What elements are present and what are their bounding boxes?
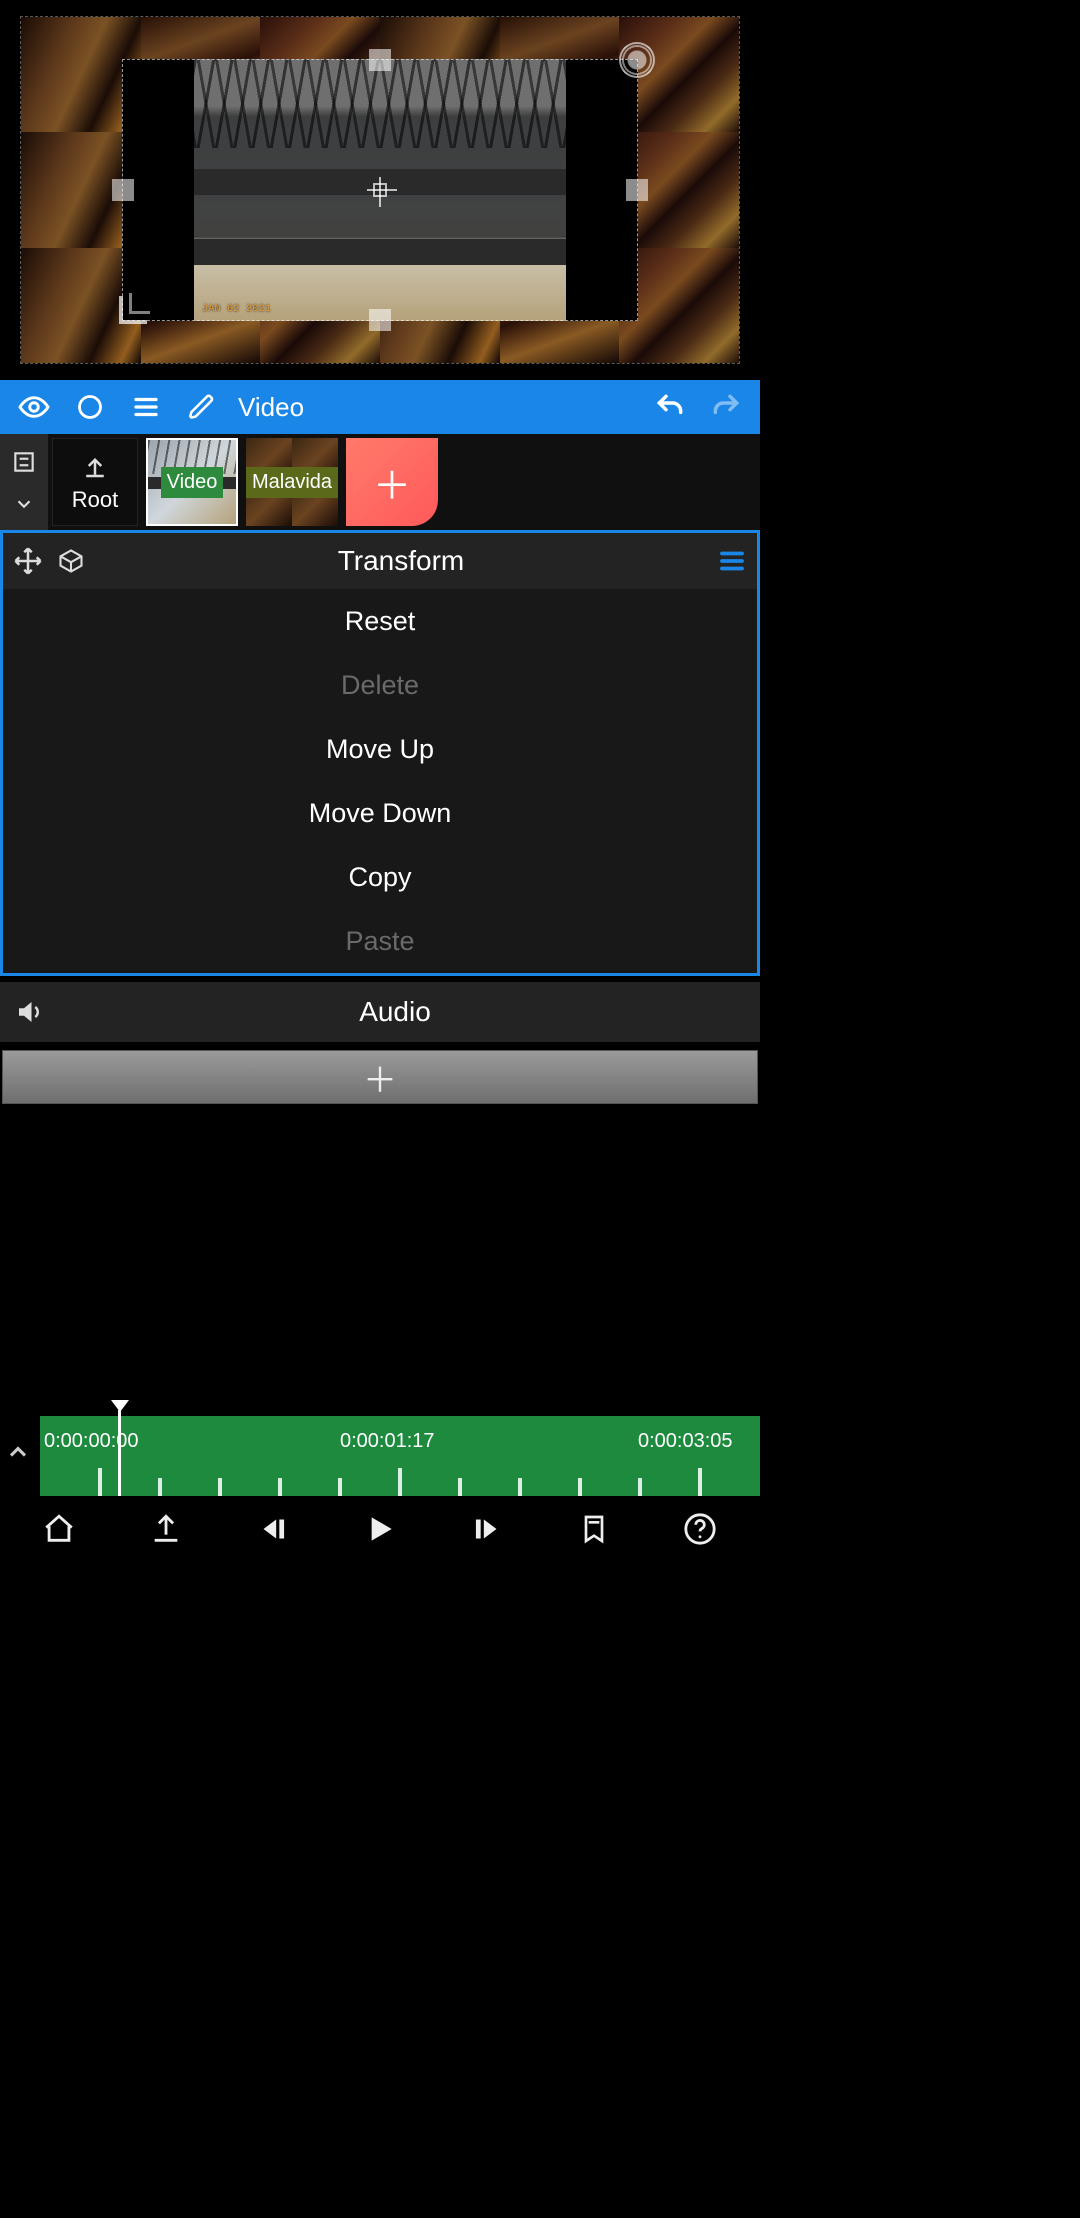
timeline[interactable]: 0:00:00:00 0:00:01:17 0:00:03:05	[0, 1416, 760, 1496]
mode-toolbar: Video	[0, 380, 760, 434]
help-button[interactable]	[674, 1503, 726, 1555]
export-button[interactable]	[140, 1503, 192, 1555]
plus-icon: ＋	[363, 1053, 397, 1102]
clip-timestamp: JAN 02 2021	[202, 304, 271, 315]
playhead[interactable]	[118, 1410, 121, 1496]
audio-panel-header[interactable]: Audio	[0, 982, 760, 1042]
speaker-icon	[14, 997, 44, 1027]
panel-menu-icon[interactable]	[717, 546, 747, 576]
panel-title: Transform	[99, 545, 703, 577]
menu-move-up[interactable]: Move Up	[3, 717, 757, 781]
visibility-toggle[interactable]	[6, 380, 62, 434]
redo-button[interactable]	[698, 380, 754, 434]
add-property-button[interactable]: ＋	[2, 1050, 758, 1104]
menu-paste: Paste	[3, 909, 757, 973]
edit-button[interactable]	[174, 380, 230, 434]
step-forward-button[interactable]	[461, 1503, 513, 1555]
step-back-button[interactable]	[247, 1503, 299, 1555]
plus-icon: ＋	[373, 455, 411, 510]
selected-clip[interactable]: JAN 02 2021	[122, 59, 639, 322]
add-layer-button[interactable]: ＋	[346, 438, 438, 526]
preview-canvas[interactable]: JAN 02 2021	[20, 16, 740, 364]
play-button[interactable]	[354, 1503, 406, 1555]
home-button[interactable]	[33, 1503, 85, 1555]
timeline-time-2: 0:00:03:05	[638, 1430, 733, 1453]
cube-icon[interactable]	[57, 547, 85, 575]
transform-panel: Transform Reset Delete Move Up Move Down…	[0, 530, 760, 976]
layer-label: Video	[161, 467, 224, 498]
layer-thumb-malavida[interactable]: Malavida	[246, 438, 338, 526]
bottom-bar	[0, 1496, 760, 1562]
menu-button[interactable]	[118, 380, 174, 434]
layer-strip: Root Video Malavida ＋	[0, 434, 760, 530]
timeline-expand-icon[interactable]	[4, 1438, 32, 1466]
layer-thumb-video[interactable]: Video	[146, 438, 238, 526]
menu-reset[interactable]: Reset	[3, 589, 757, 653]
timeline-track[interactable]: 0:00:00:00 0:00:01:17 0:00:03:05	[40, 1416, 760, 1496]
menu-delete: Delete	[3, 653, 757, 717]
undo-button[interactable]	[642, 380, 698, 434]
timeline-time-1: 0:00:01:17	[340, 1430, 435, 1453]
mode-label: Video	[238, 392, 304, 423]
root-label: Root	[72, 487, 118, 513]
panel-toggle[interactable]	[0, 434, 48, 530]
timeline-time-0: 0:00:00:00	[44, 1430, 139, 1453]
move-icon[interactable]	[13, 546, 43, 576]
menu-copy[interactable]: Copy	[3, 845, 757, 909]
bookmark-button[interactable]	[568, 1503, 620, 1555]
audio-title: Audio	[44, 996, 746, 1028]
menu-move-down[interactable]: Move Down	[3, 781, 757, 845]
root-layer-button[interactable]: Root	[52, 438, 138, 526]
layer-label: Malavida	[246, 467, 338, 498]
record-toggle[interactable]	[62, 380, 118, 434]
